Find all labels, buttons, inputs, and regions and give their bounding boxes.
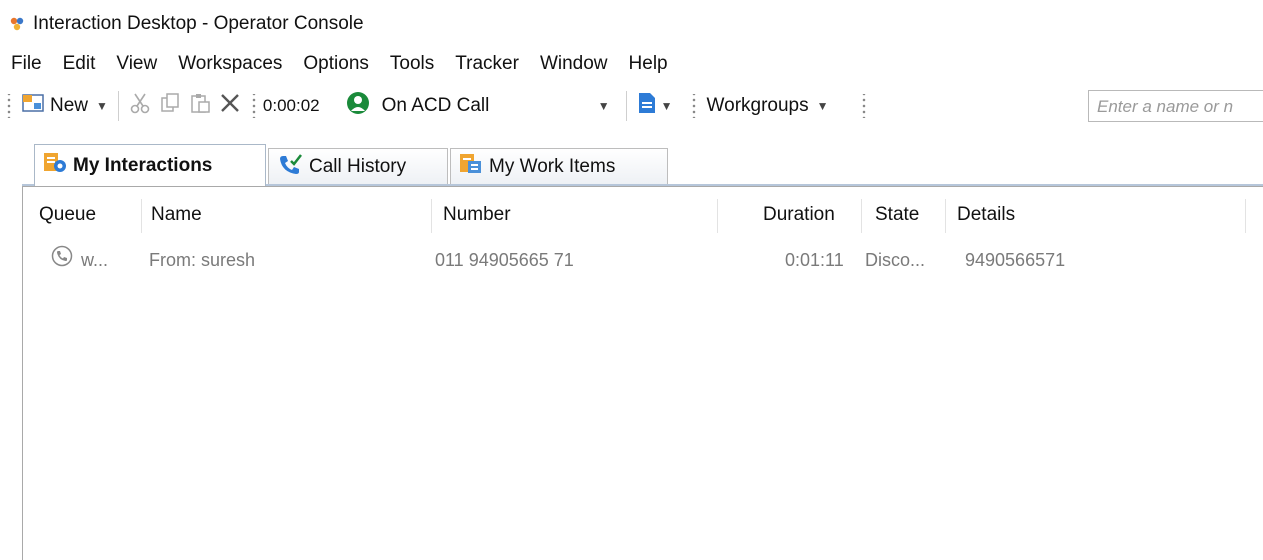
menu-help[interactable]: Help (618, 48, 678, 80)
scissors-icon (129, 92, 151, 120)
tab-call-history[interactable]: Call History (268, 148, 448, 184)
tab-my-work-items[interactable]: My Work Items (450, 148, 668, 184)
status-available-icon (346, 91, 370, 121)
row-details: 9490566571 (965, 250, 1066, 270)
menu-options[interactable]: Options (292, 48, 378, 80)
cut-button[interactable] (125, 88, 155, 124)
row-number: 011 94905665 71 (435, 250, 574, 270)
tab-label: My Interactions (73, 154, 213, 176)
new-button[interactable]: New ▼ (18, 88, 112, 124)
app-logo-icon (9, 16, 25, 32)
table-row[interactable]: w... From: suresh 011 94905665 71 0:01:1… (23, 243, 1263, 281)
column-divider[interactable] (945, 199, 946, 233)
chevron-down-icon[interactable]: ▼ (661, 99, 673, 113)
toolbar-grip[interactable] (6, 94, 12, 118)
grid-header: Queue Name Number Duration State Details (23, 187, 1263, 243)
close-icon (219, 92, 241, 120)
workgroups-label: Workgroups (706, 95, 809, 116)
search-placeholder: Enter a name or n (1097, 97, 1234, 116)
toolbar-grip[interactable] (690, 94, 697, 118)
column-header-queue[interactable]: Queue (39, 187, 96, 243)
menu-bar: File Edit View Workspaces Options Tools … (0, 48, 1263, 80)
toolbar-separator (117, 91, 119, 121)
chevron-down-icon[interactable]: ▼ (817, 99, 829, 113)
column-header-name[interactable]: Name (151, 187, 202, 243)
document-icon (637, 92, 657, 120)
toolbar-separator (625, 91, 627, 121)
status-selector[interactable]: On ACD Call ▼ (342, 88, 620, 124)
menu-file[interactable]: File (0, 48, 52, 80)
row-queue: w... (51, 243, 108, 281)
column-header-duration[interactable]: Duration (763, 187, 835, 243)
column-header-details[interactable]: Details (957, 187, 1015, 243)
tab-my-interactions[interactable]: My Interactions (34, 144, 266, 186)
new-interaction-icon (22, 93, 44, 119)
toolbar: New ▼ 0:00:02 On ACD Call ▼ ▼ Workgroups… (0, 82, 1263, 130)
tab-strip: My Interactions Call History My Work Ite… (0, 140, 1263, 186)
copy-icon (159, 92, 181, 120)
work-items-icon (459, 153, 483, 181)
menu-workspaces[interactable]: Workspaces (167, 48, 292, 80)
copy-button[interactable] (155, 88, 185, 124)
document-button[interactable]: ▼ (633, 88, 677, 124)
tab-label: Call History (309, 155, 407, 177)
paste-button[interactable] (185, 88, 215, 124)
menu-tracker[interactable]: Tracker (444, 48, 529, 80)
row-name: From: suresh (149, 250, 256, 270)
row-state: Disco... (865, 250, 926, 270)
menu-window[interactable]: Window (529, 48, 618, 80)
chevron-down-icon[interactable]: ▼ (598, 99, 610, 113)
toolbar-grip[interactable] (250, 94, 257, 118)
new-button-label: New (50, 95, 89, 116)
column-divider[interactable] (861, 199, 862, 233)
chevron-down-icon[interactable]: ▼ (96, 99, 108, 113)
menu-tools[interactable]: Tools (379, 48, 444, 80)
disconnect-button[interactable] (215, 88, 245, 124)
interactions-grid: Queue Name Number Duration State Details… (22, 186, 1263, 560)
column-header-state[interactable]: State (875, 187, 919, 243)
phone-icon (51, 244, 73, 278)
row-duration: 0:01:11 (785, 250, 844, 270)
phone-history-icon (277, 153, 303, 181)
workgroups-button[interactable]: Workgroups ▼ (703, 88, 833, 124)
column-divider[interactable] (431, 199, 432, 233)
clipboard-icon (189, 92, 211, 120)
search-input[interactable]: Enter a name or n (1088, 90, 1263, 122)
status-label: On ACD Call (381, 95, 490, 116)
call-timer: 0:00:02 (262, 96, 320, 115)
title-bar: Interaction Desktop - Operator Console (0, 0, 1263, 48)
interactions-icon (43, 152, 67, 180)
window-title: Interaction Desktop - Operator Console (33, 13, 364, 34)
column-divider[interactable] (141, 199, 142, 233)
tab-label: My Work Items (489, 155, 616, 177)
column-divider[interactable] (717, 199, 718, 233)
menu-edit[interactable]: Edit (52, 48, 106, 80)
menu-view[interactable]: View (105, 48, 167, 80)
column-divider[interactable] (1245, 199, 1246, 233)
toolbar-grip[interactable] (860, 94, 867, 118)
column-header-number[interactable]: Number (443, 187, 511, 243)
queue-value: w... (81, 250, 109, 270)
